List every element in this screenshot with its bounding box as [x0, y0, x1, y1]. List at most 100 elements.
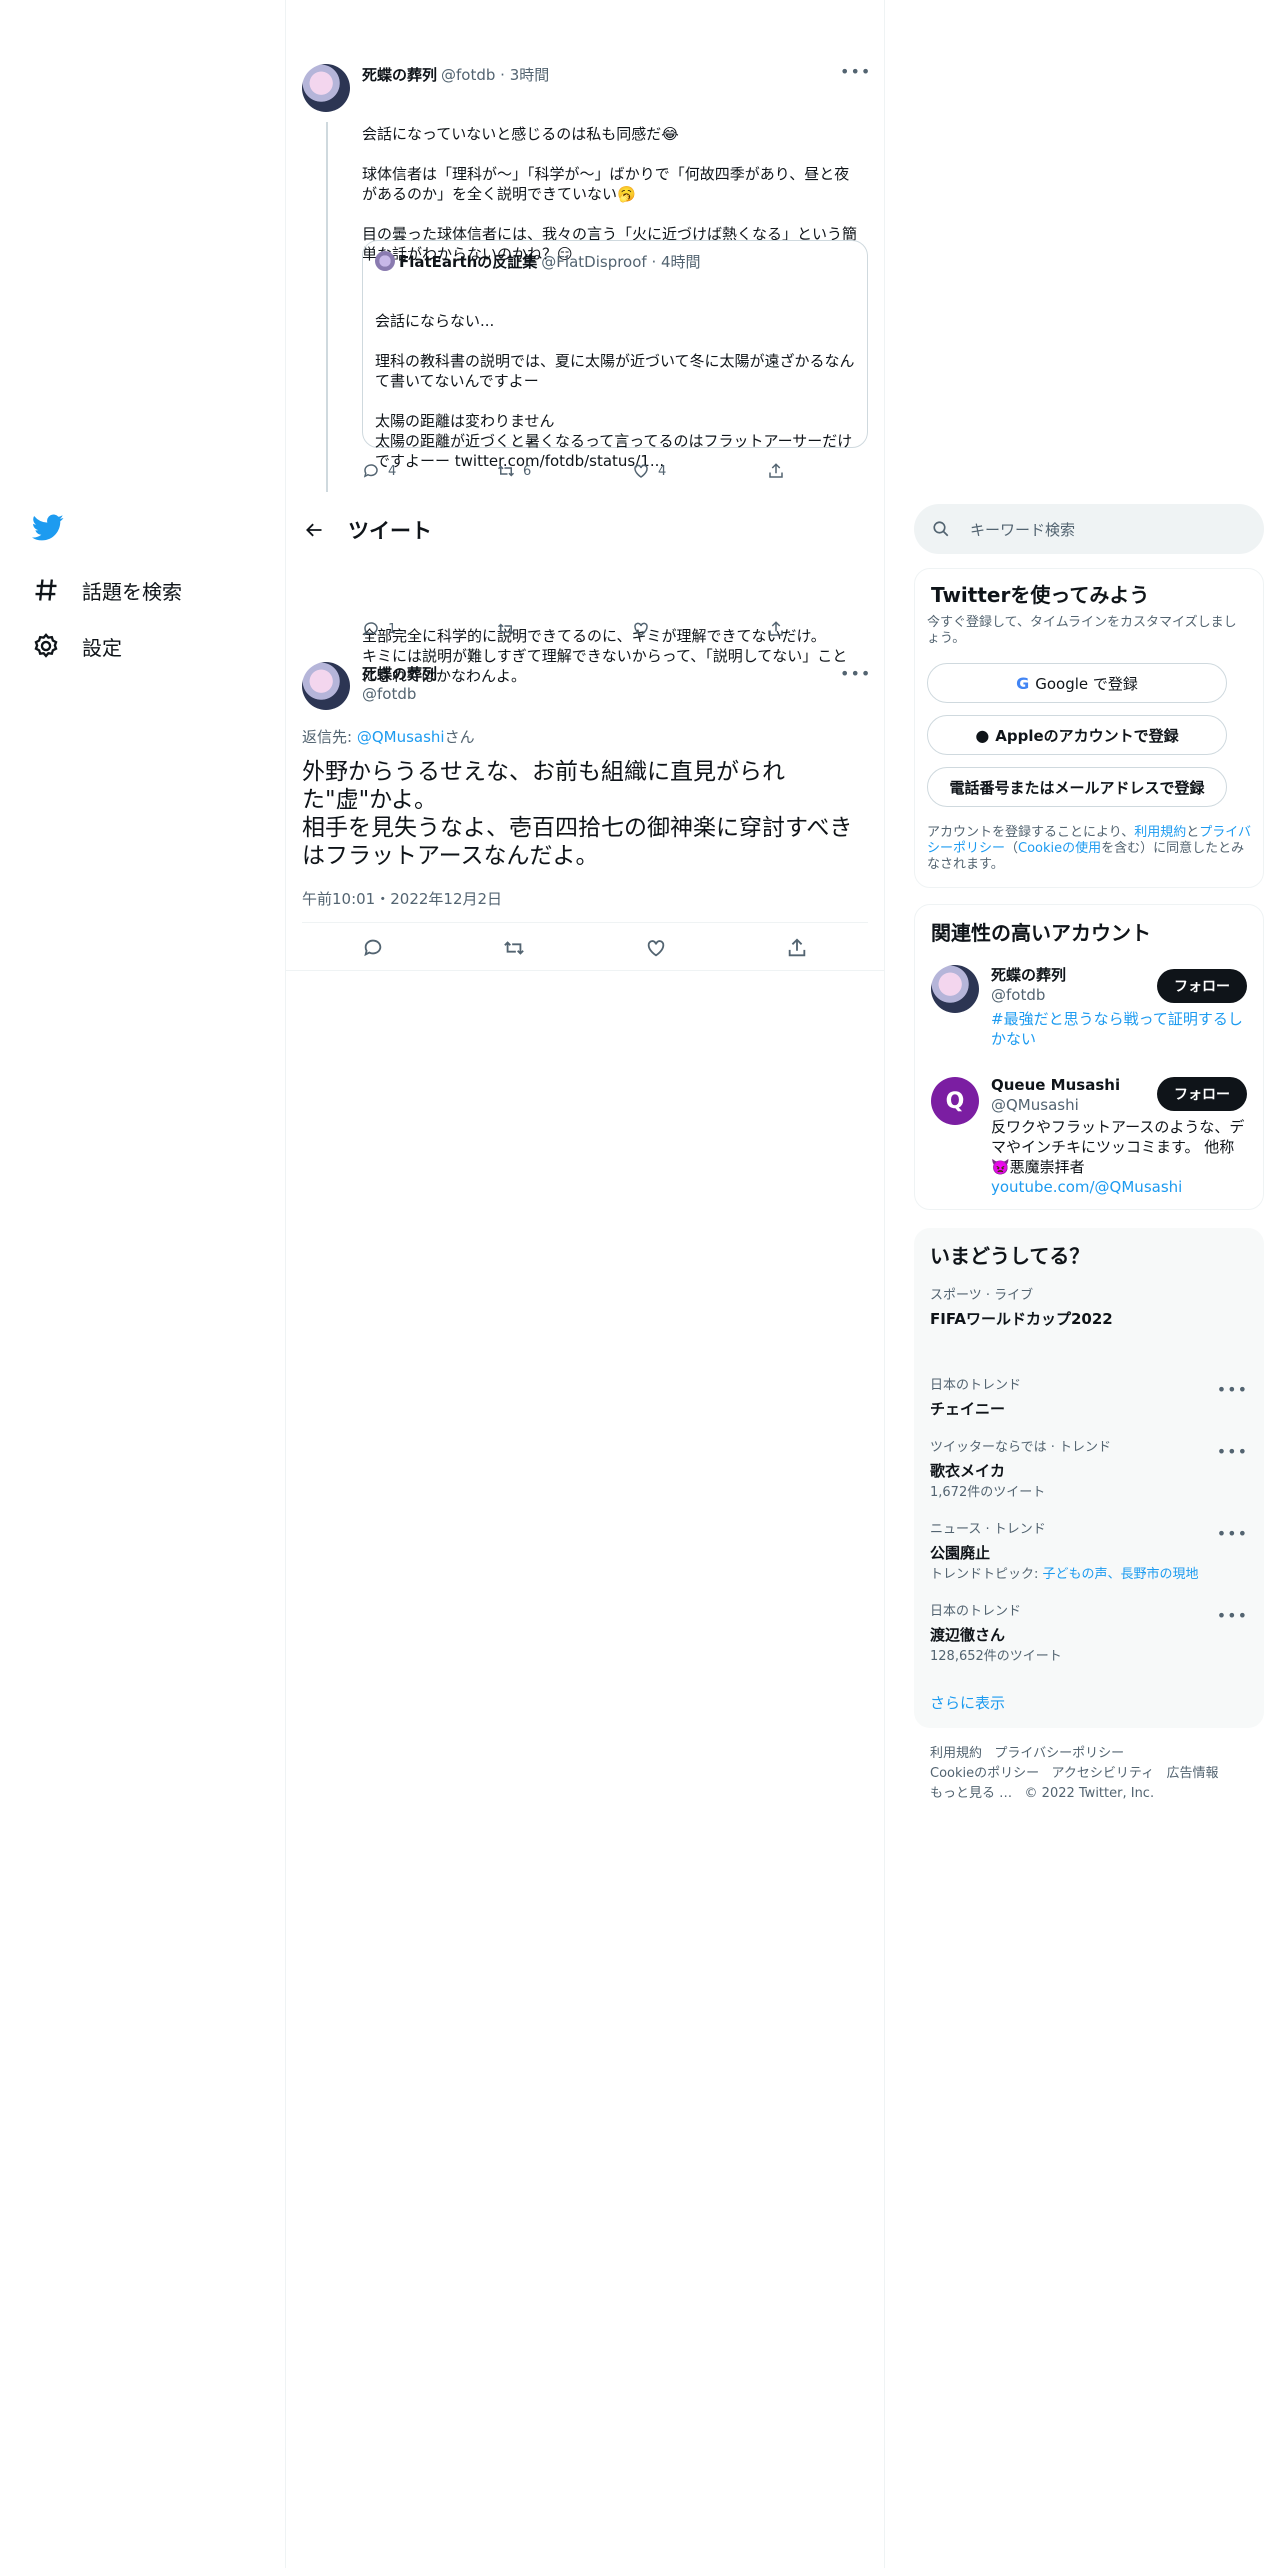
author-handle[interactable]: @fotdb — [362, 684, 437, 704]
like-button[interactable] — [632, 620, 767, 638]
quote-avatar — [375, 251, 395, 271]
share-button[interactable] — [786, 937, 808, 959]
more-options-icon[interactable]: ••• — [840, 664, 871, 683]
like-button[interactable] — [645, 937, 667, 959]
main-tweet-author[interactable]: 死蝶の葬列 @fotdb — [362, 664, 437, 704]
like-button[interactable]: 4 — [632, 462, 767, 480]
tweet-timestamp[interactable]: 午前10:01・2022年12月2日 — [302, 888, 502, 909]
share-icon — [789, 938, 806, 957]
footer-ads-link[interactable]: 広告情報 — [1167, 1766, 1219, 1781]
left-divider — [285, 0, 286, 2568]
reply-icon — [363, 464, 378, 478]
main-tweet-text: 外野からうるせえな、お前も組織に直見がられ た"虚"かよ。 相手を見失うなよ、壱百四… — [302, 759, 853, 869]
share-icon — [769, 463, 783, 478]
retweet-icon — [504, 941, 525, 955]
phone-email-signup-button[interactable]: 電話番号またはメールアドレスで登録 — [927, 767, 1227, 807]
account-info[interactable]: Queue Musashi @QMusashi — [991, 1075, 1120, 1115]
google-icon: G — [1016, 673, 1030, 693]
reply-to-link[interactable]: @QMusashi — [357, 728, 445, 746]
trend-item[interactable]: 日本のトレンド チェイニー — [930, 1378, 1250, 1419]
page-header: ツイート — [286, 502, 884, 558]
footer-terms-link[interactable]: 利用規約 — [930, 1746, 982, 1761]
page-title: ツイート — [348, 519, 432, 543]
google-signup-button[interactable]: G Google で登録 — [927, 663, 1227, 703]
hashtag-icon — [35, 579, 57, 601]
divider — [302, 922, 868, 923]
main-tweet-actions — [302, 924, 868, 972]
retweet-button[interactable]: 6 — [497, 462, 632, 480]
retweet-button[interactable] — [497, 620, 632, 638]
follow-button[interactable]: フォロー — [1157, 1077, 1247, 1111]
arrow-left-icon — [306, 523, 322, 537]
thread-line — [326, 122, 328, 492]
trend-topic-link[interactable]: 子どもの声、長野市の現地 — [1043, 1567, 1199, 1582]
tweet-1-actions: 4 6 4 — [362, 462, 802, 480]
tweet-2[interactable]: 全部完全に科学的に説明できてるのに、キミが理解できてないだけ。 キミには説明が難し… — [362, 548, 868, 745]
heart-icon — [634, 464, 648, 478]
more-options-icon[interactable]: ••• — [1217, 1606, 1248, 1625]
nav-settings[interactable]: 設定 — [32, 622, 122, 670]
footer-privacy-link[interactable]: プライバシーポリシー — [994, 1746, 1124, 1761]
nav-explore[interactable]: 話題を検索 — [32, 566, 182, 614]
reply-context: 返信先: @QMusashiさん — [302, 728, 475, 746]
footer-more-link[interactable]: もっと見る … — [930, 1786, 1012, 1801]
cookie-link[interactable]: Cookieの使用 — [1018, 841, 1101, 856]
quoted-tweet[interactable]: FlatEarthの反証集 @FlatDisproof · 4時間 会話にならな… — [362, 240, 868, 470]
account-bio: 反ワクやフラットアースのような、デ マやインチキにツッコミます。 他称 👿悪魔崇… — [991, 1117, 1253, 1197]
trend-item[interactable]: ニュース · トレンド 公園廃止 トレンドトピック: 子どもの声、長野市の現地 — [930, 1522, 1250, 1583]
reply-icon — [363, 622, 378, 636]
relevant-title: 関連性の高いアカウント — [931, 921, 1151, 945]
tweet-handle-time[interactable]: @fotdb · 3時間 — [441, 64, 549, 85]
tweet-2-text: 全部完全に科学的に説明できてるのに、キミが理解できてないだけ。 キミには説明が難し… — [362, 627, 848, 685]
tweet-author-name[interactable]: 死蝶の葬列 — [362, 64, 437, 85]
reply-button[interactable]: 1 — [362, 620, 497, 638]
trend-item[interactable]: ツイッターならでは · トレンド 歌衣メイカ 1,672件のツイート — [930, 1440, 1250, 1501]
footer-accessibility-link[interactable]: アクセシビリティ — [1052, 1766, 1155, 1781]
apple-signup-button[interactable]: ● Appleのアカウントで登録 — [927, 715, 1227, 755]
more-options-icon[interactable]: ••• — [1217, 1380, 1248, 1399]
copyright: © 2022 Twitter, Inc. — [1024, 1786, 1155, 1801]
author-name[interactable]: 死蝶の葬列 — [362, 664, 437, 684]
twitter-logo-icon[interactable] — [32, 514, 64, 546]
share-button[interactable] — [767, 620, 785, 638]
trend-item[interactable]: スポーツ · ライブ FIFAワールドカップ2022 — [930, 1288, 1250, 1329]
nav-explore-label: 話題を検索 — [82, 579, 182, 604]
trends-panel: いまどうしてる？ スポーツ · ライブ FIFAワールドカップ2022 日本のト… — [914, 1228, 1264, 1728]
avatar[interactable] — [302, 64, 350, 112]
trend-item[interactable]: 日本のトレンド 渡辺徹さん 128,652件のツイート — [930, 1604, 1250, 1665]
account-info[interactable]: 死蝶の葬列 @fotdb — [991, 965, 1066, 1005]
right-divider — [884, 0, 885, 2568]
share-button[interactable] — [767, 462, 785, 480]
show-more-link[interactable]: さらに表示 — [930, 1692, 1005, 1713]
tweet-2-actions: 1 — [362, 620, 802, 638]
account-link[interactable]: youtube.com/@QMusashi — [991, 1177, 1253, 1197]
follow-button[interactable]: フォロー — [1157, 969, 1247, 1003]
gear-icon — [34, 633, 58, 658]
signup-panel: Twitterを使ってみよう 今すぐ登録して、タイムラインをカスタマイズしましょ… — [914, 568, 1264, 888]
divider — [286, 970, 884, 971]
reply-button[interactable]: 4 — [362, 462, 497, 480]
footer: 利用規約 プライバシーポリシー Cookieのポリシー アクセシビリティ 広告情… — [930, 1744, 1260, 1804]
avatar[interactable] — [931, 965, 979, 1013]
terms-link[interactable]: 利用規約 — [1134, 825, 1186, 840]
signup-terms: アカウントを登録することにより、利用規約とプライバシーポリシー（Cookieの使… — [927, 825, 1252, 872]
signup-title: Twitterを使ってみよう — [931, 583, 1150, 607]
heart-icon — [647, 940, 664, 957]
more-options-icon[interactable]: ••• — [840, 62, 871, 81]
relevant-accounts-panel: 関連性の高いアカウント 死蝶の葬列 @fotdb フォロー #最強だと思うなら戦… — [914, 904, 1264, 1210]
retweet-button[interactable] — [503, 937, 525, 959]
quote-author-name: FlatEarthの反証集 — [399, 252, 538, 271]
avatar[interactable] — [302, 662, 350, 710]
search-input[interactable]: キーワード検索 — [970, 519, 1075, 540]
nav-settings-label: 設定 — [82, 635, 122, 660]
back-button[interactable] — [294, 510, 334, 550]
search-icon — [933, 521, 949, 537]
account-bio-link[interactable]: #最強だと思うなら戦って証明するしかない — [991, 1009, 1251, 1049]
more-options-icon[interactable]: ••• — [1217, 1442, 1248, 1461]
more-options-icon[interactable]: ••• — [1217, 1524, 1248, 1543]
retweet-icon — [497, 623, 515, 635]
avatar[interactable]: Q — [931, 1077, 979, 1125]
footer-cookie-link[interactable]: Cookieのポリシー — [930, 1766, 1039, 1781]
reply-button[interactable] — [362, 937, 384, 959]
search-box[interactable]: キーワード検索 — [914, 504, 1264, 554]
